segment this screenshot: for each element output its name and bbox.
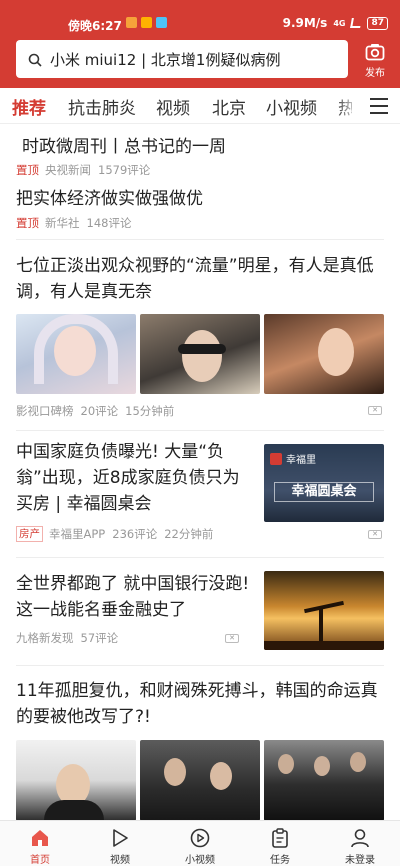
- publish-label: 发布: [365, 68, 385, 79]
- nav-label: 首页: [30, 855, 50, 866]
- nav-label: 未登录: [345, 855, 375, 866]
- notification-icon: [126, 17, 137, 28]
- status-time: 傍晚6:27: [68, 19, 122, 33]
- menu-icon[interactable]: [370, 98, 388, 114]
- feed-item-title: 11年孤胆复仇，和财阀殊死搏斗，韩国的命运真的要被他改写了?!: [16, 681, 378, 727]
- feed-item-meta: 置顶 新华社 148评论: [16, 215, 138, 231]
- feed-item-time: 15分钟前: [125, 404, 175, 418]
- camera-icon: [365, 44, 385, 61]
- feed-item-source: 央视新闻: [45, 163, 91, 177]
- short-video-icon: [190, 828, 210, 848]
- nav-short-video[interactable]: 小视频: [170, 827, 230, 866]
- tab-epidemic[interactable]: 抗击肺炎: [68, 94, 136, 119]
- search-query: 小米 miui12 | 北京增1例疑似病例: [50, 50, 281, 69]
- notification-icon: [141, 17, 152, 28]
- thumbnail-image: [264, 571, 384, 650]
- feed-item-meta: 影视口碑榜 20评论 15分钟前: [16, 403, 181, 419]
- status-bar: 傍晚6:27 9.9M/s 4G 87: [0, 0, 400, 36]
- feed-item-source: 影视口碑榜: [16, 404, 74, 418]
- publish-button[interactable]: 发布: [360, 42, 390, 79]
- thumbnail-image: [140, 314, 260, 394]
- nav-task[interactable]: 任务: [250, 827, 310, 866]
- tab-fade: [336, 88, 360, 123]
- pinned-tag: 置顶: [16, 163, 39, 177]
- feed-item-meta: 置顶 央视新闻 1579评论: [16, 162, 157, 178]
- dislike-button[interactable]: ✕: [225, 634, 239, 643]
- thumbnail-image: [16, 740, 136, 821]
- tab-beijing[interactable]: 北京: [212, 94, 246, 119]
- notification-icons: [126, 17, 167, 28]
- home-icon: [32, 830, 48, 846]
- thumbnail-caption: 幸福圆桌会: [274, 482, 374, 502]
- category-tag: 房产: [16, 526, 43, 542]
- feed-item-source: 九格新发现: [16, 631, 74, 645]
- user-icon: [351, 829, 369, 848]
- play-icon: [113, 829, 128, 847]
- feed-item[interactable]: 七位正淡出观众视野的“流量”明星，有人是真低调，有人是真无奈 影视口碑榜 20评…: [0, 240, 400, 430]
- feed-item-title: 七位正淡出观众视野的“流量”明星，有人是真低调，有人是真无奈: [16, 256, 374, 302]
- feed-item-title: 时政微周刊丨总书记的一周: [22, 137, 226, 157]
- feed-item-time: 22分钟前: [164, 527, 214, 541]
- feed-item-title: 把实体经济做实做强做优: [16, 189, 203, 209]
- feed-item-title: 中国家庭负债曝光! 大量“负翁”出现，近8成家庭负债只为买房 | 幸福圆桌会: [16, 442, 240, 514]
- feed-item-source: 新华社: [45, 216, 80, 230]
- thumbnail-image: [264, 314, 384, 394]
- nav-label: 任务: [270, 855, 290, 866]
- tab-video[interactable]: 视频: [156, 94, 190, 119]
- feed-item-comments: 148评论: [86, 216, 132, 230]
- feed-item-meta: 九格新发现 57评论: [16, 630, 125, 646]
- dislike-button[interactable]: ✕: [368, 406, 382, 415]
- network-type: 4G: [333, 18, 346, 28]
- feed-item[interactable]: 中国家庭负债曝光! 大量“负翁”出现，近8成家庭负债只为买房 | 幸福圆桌会 幸…: [0, 431, 400, 555]
- tab-recommend[interactable]: 推荐: [12, 94, 46, 119]
- search-icon: [28, 52, 42, 67]
- thumbnail-image: 幸福里 幸福圆桌会: [264, 444, 384, 522]
- task-icon: [272, 828, 288, 848]
- nav-profile[interactable]: 未登录: [330, 827, 390, 866]
- feed-item-source: 幸福里APP: [49, 527, 106, 541]
- nav-label: 视频: [110, 855, 130, 866]
- feed-item[interactable]: 时政微周刊丨总书记的一周 置顶 央视新闻 1579评论: [0, 125, 400, 180]
- feed-item-meta: 房产 幸福里APP 236评论 22分钟前: [16, 526, 220, 542]
- thumbnail-logo: 幸福里: [270, 451, 316, 466]
- feed-item-comments: 236评论: [112, 527, 158, 541]
- dislike-button[interactable]: ✕: [368, 530, 382, 539]
- feed-item-title: 全世界都跑了 就中国银行没跑! 这一战能名垂金融史了: [16, 574, 250, 620]
- nav-label: 小视频: [185, 855, 215, 866]
- tab-short-video[interactable]: 小视频: [266, 94, 317, 119]
- network-speed: 9.9M/s: [282, 16, 328, 30]
- nav-video[interactable]: 视频: [90, 827, 150, 866]
- nav-home[interactable]: 首页: [10, 827, 70, 866]
- app-header: 傍晚6:27 9.9M/s 4G 87 小米 miui12 | 北京增1例疑似病…: [0, 0, 400, 88]
- signal-icon: [350, 18, 363, 28]
- channel-tabs: 推荐 抗击肺炎 视频 北京 小视频 热: [0, 88, 400, 124]
- bottom-navigation: 首页 视频 小视频 任务 未登录: [0, 820, 400, 866]
- status-right: 9.9M/s 4G 87: [283, 16, 388, 30]
- pinned-tag: 置顶: [16, 216, 39, 230]
- battery-indicator: 87: [367, 16, 388, 30]
- thumbnail-image: [16, 314, 136, 394]
- feed-item[interactable]: 把实体经济做实做强做优 置顶 新华社 148评论: [0, 180, 400, 240]
- feed-item[interactable]: 全世界都跑了 就中国银行没跑! 这一战能名垂金融史了 九格新发现 57评论 ✕: [0, 558, 400, 665]
- thumbnail-image: [140, 740, 260, 821]
- feed-item-comments: 1579评论: [98, 163, 151, 177]
- notification-icon: [156, 17, 167, 28]
- feed-item[interactable]: 11年孤胆复仇，和财阀殊死搏斗，韩国的命运真的要被他改写了?!: [0, 666, 400, 821]
- feed-item-comments: 57评论: [80, 631, 119, 645]
- feed-item-comments: 20评论: [80, 404, 119, 418]
- thumbnail-image: [264, 740, 384, 821]
- search-bar[interactable]: 小米 miui12 | 北京增1例疑似病例: [16, 40, 348, 78]
